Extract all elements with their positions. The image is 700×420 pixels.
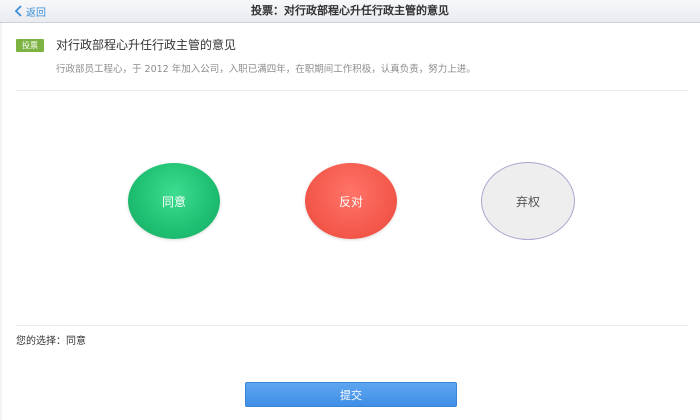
agree-button[interactable]: 同意 [128,163,220,239]
vote-screen: 返回 投票：对行政部程心升任行政主管的意见 投票 对行政部程心升任行政主管的意见… [0,0,700,420]
oppose-label: 反对 [338,194,363,209]
page-title: 投票：对行政部程心升任行政主管的意见 [251,4,449,17]
options-divider [16,325,688,326]
topic-description: 行政部员工程心，于 2012 年加入公司，入职已满四年，在职期间工作积极，认真负… [56,64,476,75]
vote-badge: 投票 [16,39,44,52]
abstain-label: 弃权 [515,194,540,209]
current-selection: 您的选择：同意 [16,336,86,347]
oppose-button[interactable]: 反对 [305,163,397,239]
abstain-button[interactable]: 弃权 [481,162,575,240]
submit-button[interactable]: 提交 [245,382,457,407]
topic-title: 对行政部程心升任行政主管的意见 [56,38,237,52]
top-navigation-bar: 返回 投票：对行政部程心升任行政主管的意见 [0,0,700,23]
agree-label: 同意 [161,194,186,209]
submit-label: 提交 [340,388,362,402]
header-divider [16,90,688,91]
left-edge-shadow [0,22,3,420]
